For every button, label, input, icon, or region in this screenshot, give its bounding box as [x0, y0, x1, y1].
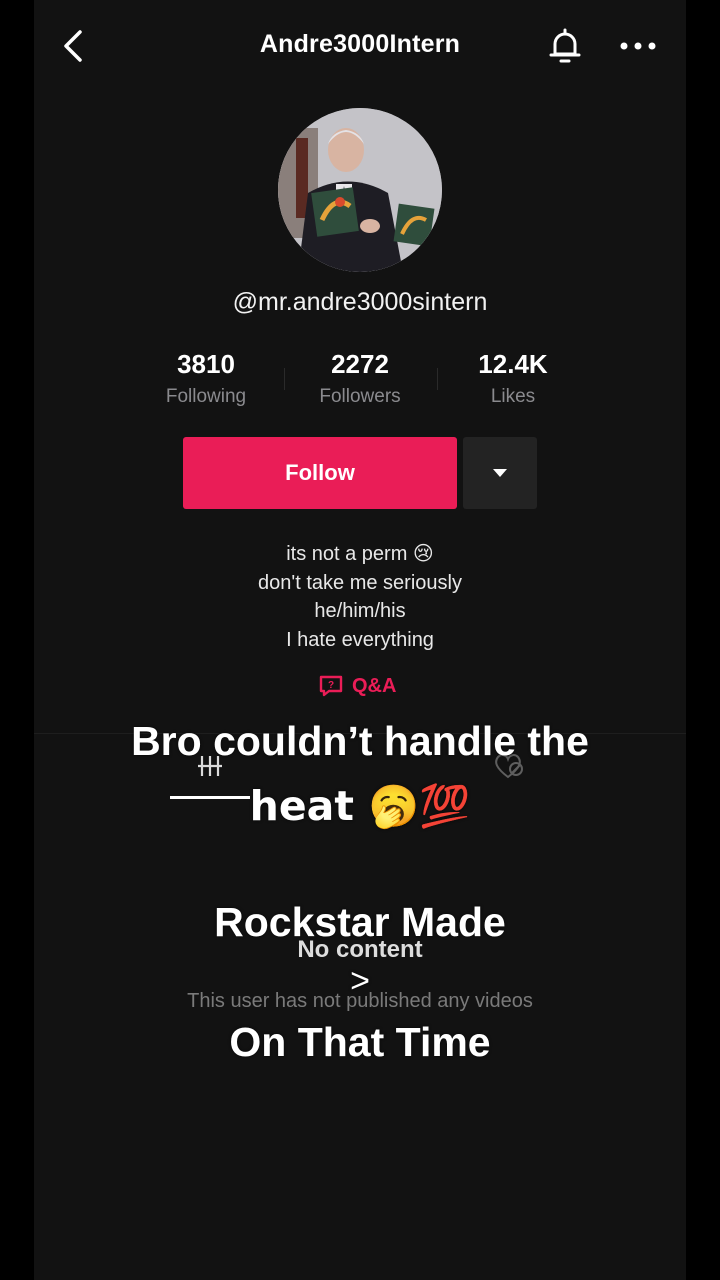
- suggested-accounts-button[interactable]: [463, 437, 537, 509]
- top-bar: Andre3000Intern: [0, 0, 720, 92]
- caption-line: Bro couldn’t handle the: [131, 718, 589, 764]
- profile-handle: @mr.andre3000sintern: [232, 288, 488, 316]
- more-dots-icon[interactable]: [618, 30, 660, 60]
- stat-followers[interactable]: 2272 Followers: [290, 349, 430, 408]
- stat-followers-value: 2272: [331, 349, 389, 379]
- bio-line: its not a perm 😢: [286, 543, 434, 565]
- caret-down-icon: [493, 469, 507, 477]
- stat-likes-value: 12.4K: [478, 349, 548, 379]
- stat-divider: [437, 368, 438, 390]
- stat-followers-label: Followers: [319, 386, 401, 407]
- follow-button[interactable]: Follow: [183, 437, 457, 509]
- caption-line: heat 🥱💯: [249, 782, 471, 830]
- stat-divider: [284, 368, 285, 390]
- bio: its not a perm 😢 don't take me seriously…: [0, 540, 720, 654]
- bio-line: I hate everything: [286, 628, 434, 651]
- caption-line: Rockstar Made: [214, 899, 506, 945]
- stat-following[interactable]: 3810 Following: [136, 349, 276, 408]
- avatar-photo: [278, 108, 442, 272]
- page-title: Andre3000Intern: [259, 30, 461, 58]
- caption-line: On That Time: [229, 1019, 491, 1065]
- stat-likes[interactable]: 12.4K Likes: [443, 349, 583, 408]
- stat-following-label: Following: [165, 386, 247, 407]
- qa-icon: ?: [319, 675, 343, 697]
- qa-link[interactable]: ? Q&A: [318, 672, 396, 700]
- avatar[interactable]: [278, 108, 442, 272]
- bio-line: don't take me seriously: [258, 571, 462, 594]
- bio-line: he/him/his: [314, 600, 406, 622]
- stat-following-value: 3810: [177, 349, 235, 379]
- caption-line: >: [350, 962, 370, 1000]
- qa-label: Q&A: [352, 674, 397, 697]
- svg-text:?: ?: [328, 680, 334, 691]
- bell-icon[interactable]: [545, 26, 585, 66]
- stat-likes-label: Likes: [490, 386, 536, 407]
